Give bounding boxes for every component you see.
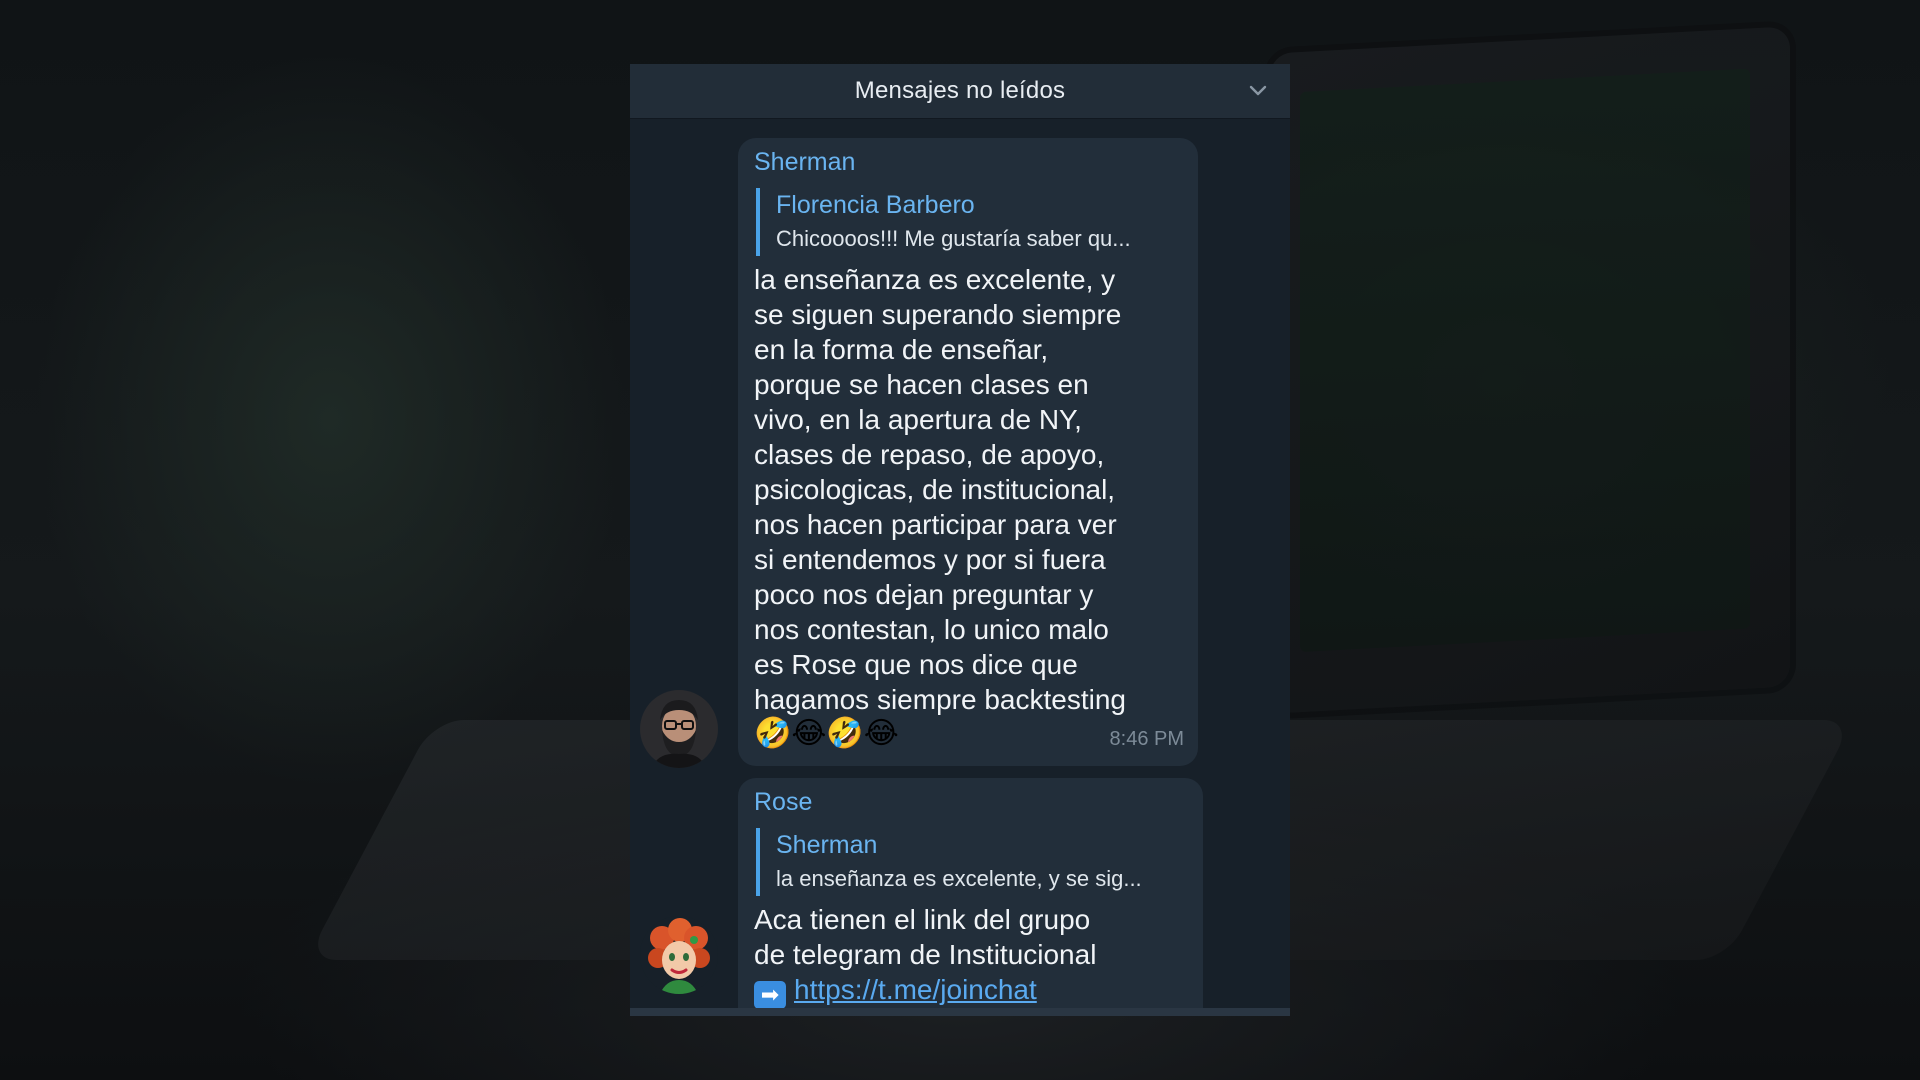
background-laptop-screen [1300, 68, 1750, 653]
message-bubble-sherman[interactable]: Sherman Florencia Barbero Chicoooos!!! M… [738, 138, 1198, 766]
unread-header[interactable]: Mensajes no leídos [630, 64, 1290, 119]
reply-author: Florencia Barbero [776, 191, 975, 219]
message-line: de telegram de Institucional [754, 939, 1097, 970]
background-laptop [1270, 26, 1790, 714]
reply-snippet: Chicoooos!!! Me gustaría saber qu... [776, 226, 1131, 251]
message-line: si entendemos y por si fuera [754, 544, 1106, 575]
telegram-link[interactable]: https://t.me/joinchat [794, 974, 1037, 1005]
emoji-reactions: 🤣😂🤣😂 [754, 717, 899, 750]
message-line: poco nos dejan preguntar y [754, 579, 1094, 610]
panel-bottom-edge [630, 1008, 1290, 1016]
sender-name[interactable]: Rose [754, 788, 812, 817]
message-line: clases de repaso, de apoyo, [754, 439, 1105, 470]
message-line: en la forma de enseñar, [754, 334, 1049, 365]
message-timestamp: 8:46 PM [1109, 728, 1184, 750]
sender-name[interactable]: Sherman [754, 148, 855, 177]
reply-preview[interactable]: Florencia Barbero Chicoooos!!! Me gustar… [756, 188, 1186, 256]
avatar-sherman[interactable] [640, 690, 718, 768]
message-line: Aca tienen el link del grupo [754, 904, 1091, 935]
message-line: nos hacen participar para ver [754, 509, 1117, 540]
message-line: se siguen superando siempre [754, 299, 1122, 330]
message-bubble-rose[interactable]: Rose Sherman la enseñanza es excelente, … [738, 778, 1203, 1016]
reply-snippet: la enseñanza es excelente, y se sig... [776, 866, 1142, 891]
message-line: porque se hacen clases en [754, 369, 1089, 400]
message-line: es Rose que nos dice que [754, 649, 1078, 680]
message-line: psicologicas, de institucional, [754, 474, 1116, 505]
redhead-woman-avatar-icon [640, 916, 718, 994]
message-line: hagamos siempre backtesting [754, 684, 1126, 715]
message-link-line: ➡ https://t.me/joinchat [754, 972, 1037, 1009]
chevron-down-icon[interactable] [1248, 81, 1268, 101]
avatar-rose[interactable] [640, 916, 718, 994]
message-line: la enseñanza es excelente, y [754, 264, 1116, 295]
chat-panel: Mensajes no leídos Sherman Florencia Bar… [630, 64, 1290, 1016]
bearded-man-avatar-icon [640, 690, 718, 768]
reply-preview[interactable]: Sherman la enseñanza es excelente, y se … [756, 828, 1196, 896]
arrow-right-icon: ➡ [754, 981, 786, 1009]
message-line: nos contestan, lo unico malo [754, 614, 1109, 645]
reply-author: Sherman [776, 831, 878, 859]
message-line: vivo, en la apertura de NY, [754, 404, 1082, 435]
unread-header-title: Mensajes no leídos [854, 77, 1066, 104]
